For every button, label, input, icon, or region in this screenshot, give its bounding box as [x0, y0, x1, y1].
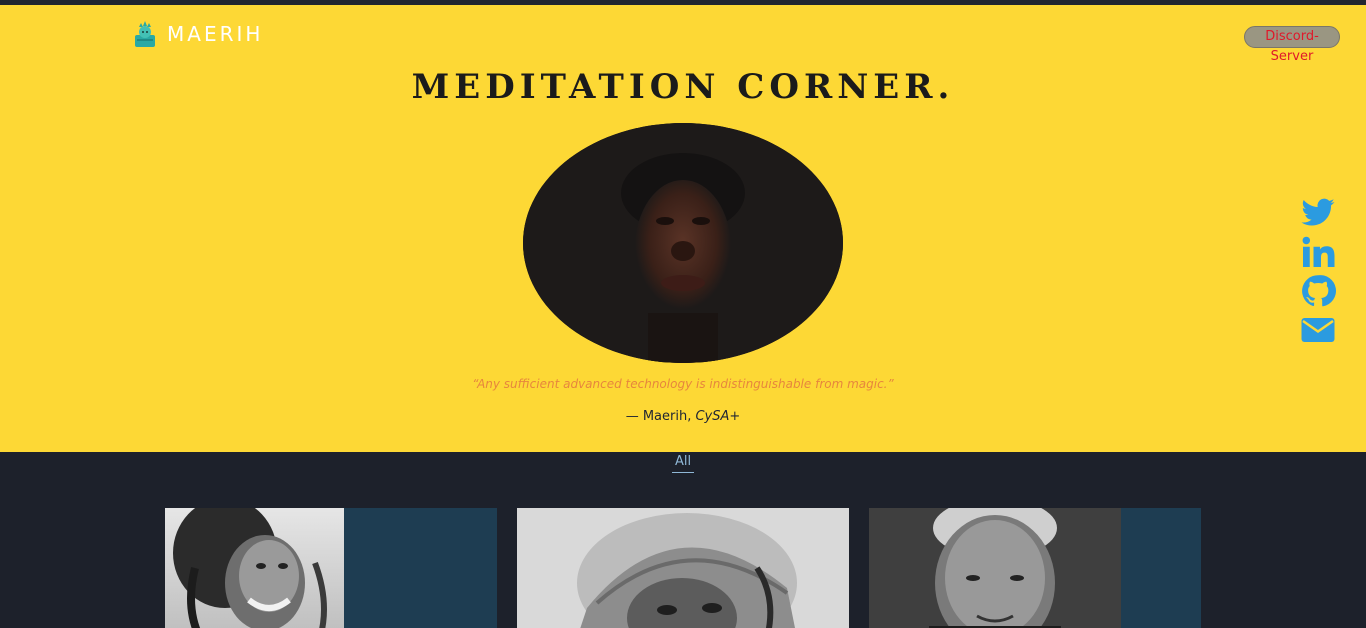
social-links — [1298, 195, 1342, 351]
github-icon[interactable] — [1298, 273, 1338, 309]
statue-of-liberty-icon — [135, 21, 155, 47]
gallery-card[interactable] — [869, 508, 1201, 628]
twitter-icon[interactable] — [1298, 195, 1338, 231]
hero-quote: “Any sufficient advanced technology is i… — [472, 377, 894, 391]
portrait-photo — [165, 508, 344, 628]
page-title: MEDITATION CORNER. — [411, 67, 955, 107]
gallery-filter: All — [672, 454, 694, 473]
gallery-card[interactable] — [517, 508, 849, 628]
linkedin-icon[interactable] — [1298, 234, 1338, 270]
gallery-card[interactable] — [165, 508, 497, 628]
attribution-author: — Maerih, — [625, 409, 696, 424]
hero-section: MAERIH Discord-Server MEDITATION CORNER. — [0, 5, 1366, 452]
portrait-image — [523, 123, 843, 363]
attribution-cert: CySA+ — [695, 409, 741, 424]
quote-attribution: — Maerih, CySA+ — [0, 409, 1366, 424]
envelope-icon[interactable] — [1298, 312, 1338, 348]
discord-server-button[interactable]: Discord-Server — [1244, 26, 1340, 64]
brand-link[interactable]: MAERIH — [133, 21, 263, 47]
brand-name: MAERIH — [167, 22, 264, 46]
filter-all-tab[interactable]: All — [672, 454, 694, 469]
portrait-photo — [869, 508, 1121, 628]
filter-active-underline — [672, 472, 694, 473]
portrait-photo — [517, 508, 849, 628]
profile-portrait — [523, 123, 843, 363]
